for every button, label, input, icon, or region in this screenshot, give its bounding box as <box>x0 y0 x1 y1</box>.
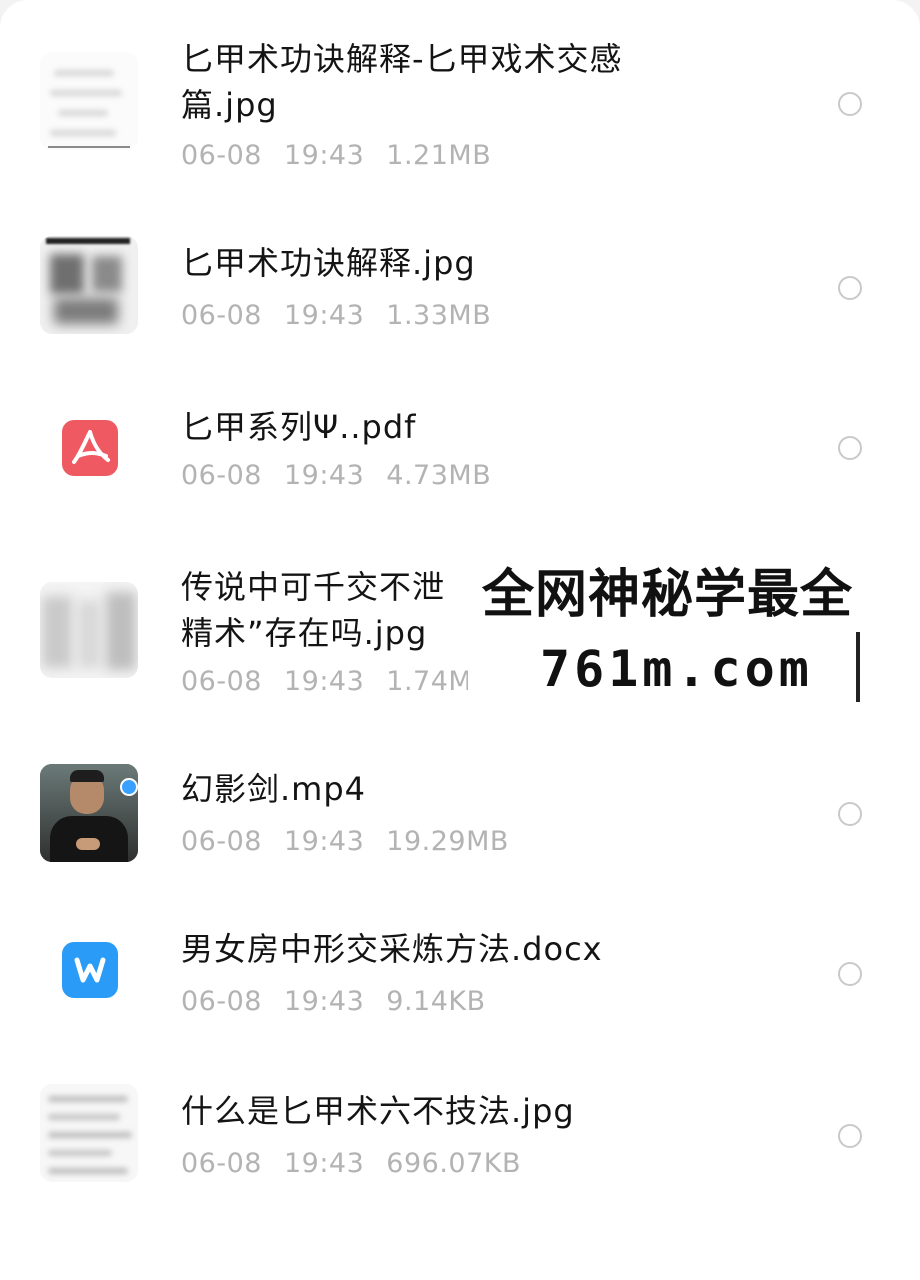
file-size: 9.14KB <box>386 986 486 1017</box>
file-list-panel: 匕甲术功诀解释-匕甲戏术交感篇.jpg 06-08 19:43 1.21MB 匕甲术… <box>0 0 920 1280</box>
file-meta: 06-08 19:43 696.07KB <box>181 1146 543 1182</box>
file-name: 传说中可千交不泄精术”存在吗.jpg <box>181 568 446 652</box>
video-thumbnail <box>40 764 138 862</box>
pdf-icon <box>62 420 118 476</box>
file-size: 1.33MB <box>386 300 492 331</box>
text-cursor <box>856 632 860 702</box>
image-thumbnail <box>40 52 138 150</box>
select-radio[interactable] <box>838 436 862 460</box>
file-date: 06-08 <box>181 986 262 1017</box>
file-meta: 06-08 19:43 1.33MB <box>181 298 513 334</box>
select-radio[interactable] <box>838 1124 862 1148</box>
file-time: 19:43 <box>283 460 365 491</box>
file-time: 19:43 <box>283 826 365 857</box>
file-meta: 06-08 19:43 9.14KB <box>181 984 508 1020</box>
file-date: 06-08 <box>181 460 262 491</box>
file-meta: 06-08 19:43 1.21MB <box>181 138 513 174</box>
file-date: 06-08 <box>181 300 262 331</box>
file-date: 06-08 <box>181 666 262 697</box>
word-icon <box>62 942 118 998</box>
file-time: 19:43 <box>283 1148 365 1179</box>
file-meta: 06-08 19:43 4.73MB <box>181 458 513 494</box>
file-row[interactable]: 男女房中形交采炼方法.docx 06-08 19:43 9.14KB <box>0 900 920 1060</box>
file-name: 匕甲术功诀解释.jpg <box>181 244 476 282</box>
file-name: 什么是匕甲术六不技法.jpg <box>181 1092 575 1130</box>
watermark-overlay: 全网神秘学最全 761m.com <box>468 548 918 728</box>
file-time: 19:43 <box>283 300 365 331</box>
file-name: 幻影剑.mp4 <box>181 770 367 808</box>
file-size: 19.29MB <box>386 826 509 857</box>
file-meta: 06-08 19:43 19.29MB <box>181 824 531 860</box>
image-thumbnail <box>40 582 138 678</box>
image-thumbnail <box>40 1084 138 1182</box>
file-time: 19:43 <box>283 986 365 1017</box>
select-radio[interactable] <box>838 962 862 986</box>
file-size: 1.74M <box>386 666 473 697</box>
file-meta: 06-08 19:43 1.74M <box>181 664 494 700</box>
file-row[interactable]: 幻影剑.mp4 06-08 19:43 19.29MB <box>0 740 920 900</box>
file-name: 男女房中形交采炼方法.docx <box>181 930 603 968</box>
file-row[interactable]: 匕甲系列Ψ..pdf 06-08 19:43 4.73MB <box>0 380 920 530</box>
select-radio[interactable] <box>838 802 862 826</box>
file-name: 匕甲系列Ψ..pdf <box>181 408 417 446</box>
select-radio[interactable] <box>838 92 862 116</box>
file-time: 19:43 <box>283 140 365 171</box>
watermark-url: 761m.com <box>540 640 813 698</box>
file-date: 06-08 <box>181 826 262 857</box>
file-row[interactable]: 什么是匕甲术六不技法.jpg 06-08 19:43 696.07KB <box>0 1060 920 1220</box>
file-time: 19:43 <box>283 666 365 697</box>
file-row[interactable]: 匕甲术功诀解释.jpg 06-08 19:43 1.33MB <box>0 200 920 380</box>
file-date: 06-08 <box>181 140 262 171</box>
watermark-text: 全网神秘学最全 <box>482 565 854 625</box>
file-date: 06-08 <box>181 1148 262 1179</box>
file-row[interactable]: 匕甲术功诀解释-匕甲戏术交感篇.jpg 06-08 19:43 1.21MB <box>0 0 920 200</box>
select-radio[interactable] <box>838 276 862 300</box>
file-size: 4.73MB <box>386 460 492 491</box>
file-size: 696.07KB <box>386 1148 521 1179</box>
file-name: 匕甲术功诀解释-匕甲戏术交感篇.jpg <box>181 40 623 124</box>
image-thumbnail <box>40 236 138 334</box>
file-size: 1.21MB <box>386 140 492 171</box>
